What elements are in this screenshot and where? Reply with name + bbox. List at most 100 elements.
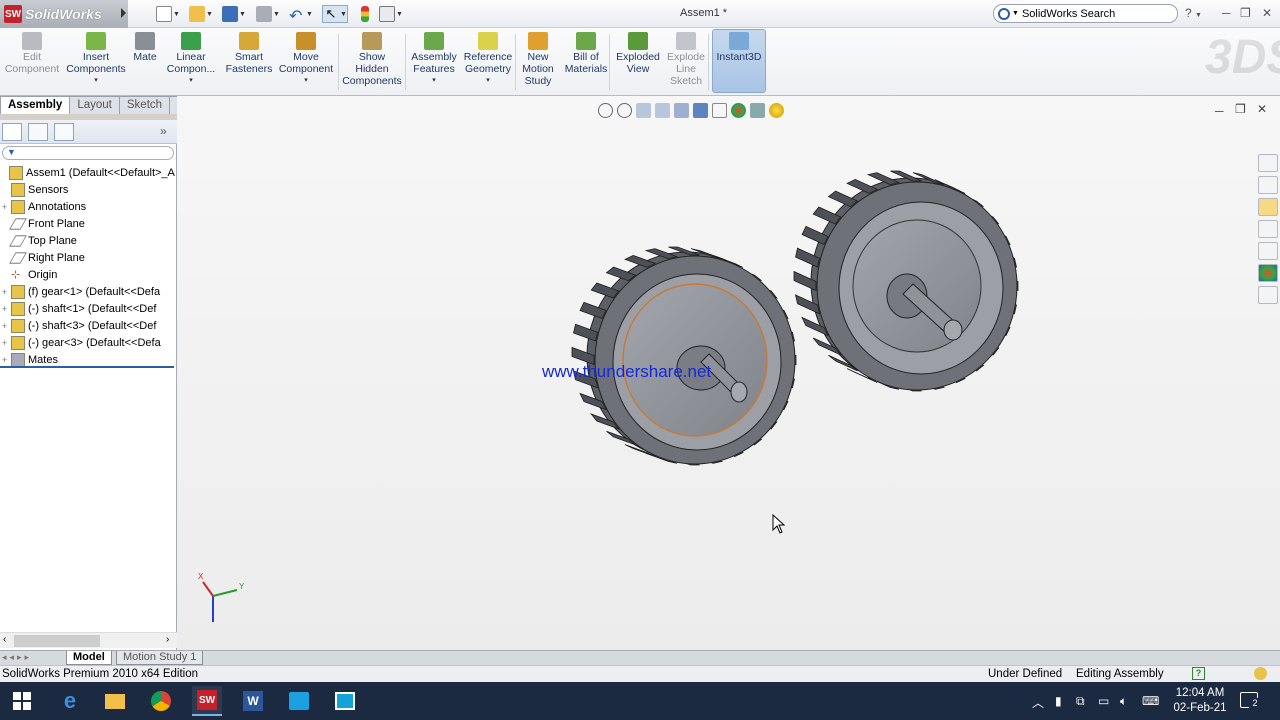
help-icon[interactable]: ? [1192,667,1205,680]
smart-fasteners-button[interactable]: Smart Fasteners [225,30,273,75]
expand-icon[interactable]: + [0,202,9,212]
tab-sketch[interactable]: Sketch [118,96,171,114]
edit-component-button[interactable]: Edit Component [3,30,61,75]
start-button[interactable] [7,686,37,716]
custom-properties-icon[interactable] [1258,286,1278,304]
expand-icon[interactable]: + [0,355,9,365]
configuration-manager-tab-icon[interactable] [54,123,74,141]
rollback-bar[interactable] [0,366,174,368]
search-input[interactable]: ▼ SolidWorks Search [993,4,1178,23]
linear-component-pattern-button[interactable]: Linear Compon... ▾ [164,30,218,87]
tree-item-assembly[interactable]: Assem1 (Default<<Default>_A [0,164,175,181]
app-taskbar-button[interactable] [284,686,314,716]
tree-item-right-plane[interactable]: Right Plane [0,249,177,266]
hide-show-items-icon[interactable] [712,102,727,118]
rebuild-button[interactable] [361,5,369,23]
open-button[interactable]: ▼ [189,5,213,23]
display-style-icon[interactable] [693,102,708,118]
explode-line-sketch-button[interactable]: Explode Line Sketch [666,30,706,87]
instant3d-button[interactable]: Instant3D [712,30,766,63]
viewport-close-button[interactable]: ✕ [1257,102,1267,116]
select-button[interactable]: ↖ ▼ [322,5,348,23]
previous-view-icon[interactable] [636,102,651,118]
move-component-button[interactable]: Move Component ▾ [276,30,336,87]
print-button[interactable]: ▼ [256,5,280,23]
minimize-button[interactable]: ─ [1222,6,1231,20]
dropdown-arrow-icon[interactable]: ▾ [64,75,128,87]
options-button[interactable]: ▼ [379,5,403,23]
gear-right[interactable] [793,170,1019,392]
expand-icon[interactable]: + [0,338,9,348]
undo-button[interactable]: ↶ ▼ [289,5,313,25]
view-palette-icon[interactable] [1258,242,1278,260]
expand-icon[interactable]: + [0,304,9,314]
solidworks-taskbar-button[interactable]: SW [192,686,222,716]
help-button[interactable]: ? ▼ [1185,6,1202,20]
graphics-area[interactable]: ─ ❐ ✕ www.thundershare.net X Y [177,96,1280,650]
restore-button[interactable]: ❐ [1240,6,1251,20]
scrollbar-thumb[interactable] [14,635,100,647]
save-button[interactable]: ▼ [222,5,246,23]
search-results-icon[interactable] [1258,220,1278,238]
viewport-restore-button[interactable]: ❐ [1235,102,1246,116]
clock[interactable]: 12:04 AM 02-Feb-21 [1170,686,1230,716]
show-hidden-icons[interactable]: ︿ [1032,694,1044,711]
tree-item-shaft-1[interactable]: + (-) shaft<1> (Default<<Def [0,300,177,317]
design-library-icon[interactable] [1258,176,1278,194]
edit-appearance-icon[interactable] [731,102,746,118]
view-orientation-icon[interactable] [674,102,689,118]
appearances-icon[interactable] [1258,264,1278,282]
tree-item-origin[interactable]: ⊹ Origin [0,266,177,283]
bill-of-materials-button[interactable]: Bill of Materials [562,30,610,75]
expand-panel-icon[interactable]: » [160,124,167,138]
gear-left[interactable] [571,246,797,466]
dropdown-arrow-icon[interactable]: ▾ [164,75,218,87]
expand-icon[interactable]: + [0,321,9,331]
viewport-minimize-button[interactable]: ─ [1215,104,1224,118]
scroll-left-icon[interactable]: ‹ [3,634,6,645]
insert-components-button[interactable]: Insert Components ▾ [64,30,128,87]
exploded-view-button[interactable]: Exploded View [614,30,662,75]
file-explorer-taskbar-button[interactable] [100,686,130,716]
assembly-features-button[interactable]: Assembly Features ▾ [408,30,460,87]
edge-taskbar-button[interactable]: e [55,686,85,716]
tab-scroll-arrows-icon[interactable]: ◂◂▸▸ [2,652,32,663]
chrome-taskbar-button[interactable] [146,686,176,716]
tree-item-front-plane[interactable]: Front Plane [0,215,177,232]
new-motion-study-button[interactable]: New Motion Study [519,30,557,87]
tree-item-sensors[interactable]: Sensors [0,181,177,198]
tab-motion-study-1[interactable]: Motion Study 1 [116,651,204,665]
scroll-right-icon[interactable]: › [166,634,169,645]
tree-item-annotations[interactable]: + Annotations [0,198,177,215]
dropdown-arrow-icon[interactable]: ▾ [461,75,515,87]
mate-button[interactable]: Mate [132,30,158,63]
screen-recorder-taskbar-button[interactable] [330,686,360,716]
file-explorer-icon[interactable] [1258,198,1278,216]
solidworks-resources-icon[interactable] [1258,154,1278,172]
tree-item-shaft-3[interactable]: + (-) shaft<3> (Default<<Def [0,317,177,334]
rebuild-status-icon[interactable] [1254,667,1267,680]
expand-icon[interactable]: + [0,287,9,297]
property-manager-tab-icon[interactable] [28,123,48,141]
close-button[interactable]: ✕ [1262,6,1272,20]
solidworks-menu-button[interactable]: SW SolidWorks [0,0,128,28]
tree-item-gear-1[interactable]: + (f) gear<1> (Default<<Defa [0,283,177,300]
word-taskbar-button[interactable]: W [238,686,268,716]
tree-item-top-plane[interactable]: Top Plane [0,232,177,249]
tab-model[interactable]: Model [66,651,112,665]
tree-horizontal-scrollbar[interactable]: ‹ › [0,632,177,648]
tab-assembly[interactable]: Assembly [0,96,71,114]
tab-layout[interactable]: Layout [69,96,120,114]
volume-icon[interactable]: 🔈︎ [1120,694,1127,709]
network-icon[interactable]: ⧉ [1076,694,1085,709]
tree-item-gear-3[interactable]: + (-) gear<3> (Default<<Defa [0,334,177,351]
tree-filter-input[interactable]: ▼ [2,146,174,160]
section-view-icon[interactable] [655,102,670,118]
zoom-to-fit-icon[interactable] [598,102,613,118]
view-settings-icon[interactable] [769,102,784,118]
dropdown-arrow-icon[interactable]: ▾ [408,75,460,87]
dropdown-arrow-icon[interactable]: ▾ [276,75,336,87]
apply-scene-icon[interactable] [750,102,765,118]
show-hidden-components-button[interactable]: Show Hidden Components [340,30,404,87]
action-center-icon[interactable]: 2 [1240,692,1261,710]
